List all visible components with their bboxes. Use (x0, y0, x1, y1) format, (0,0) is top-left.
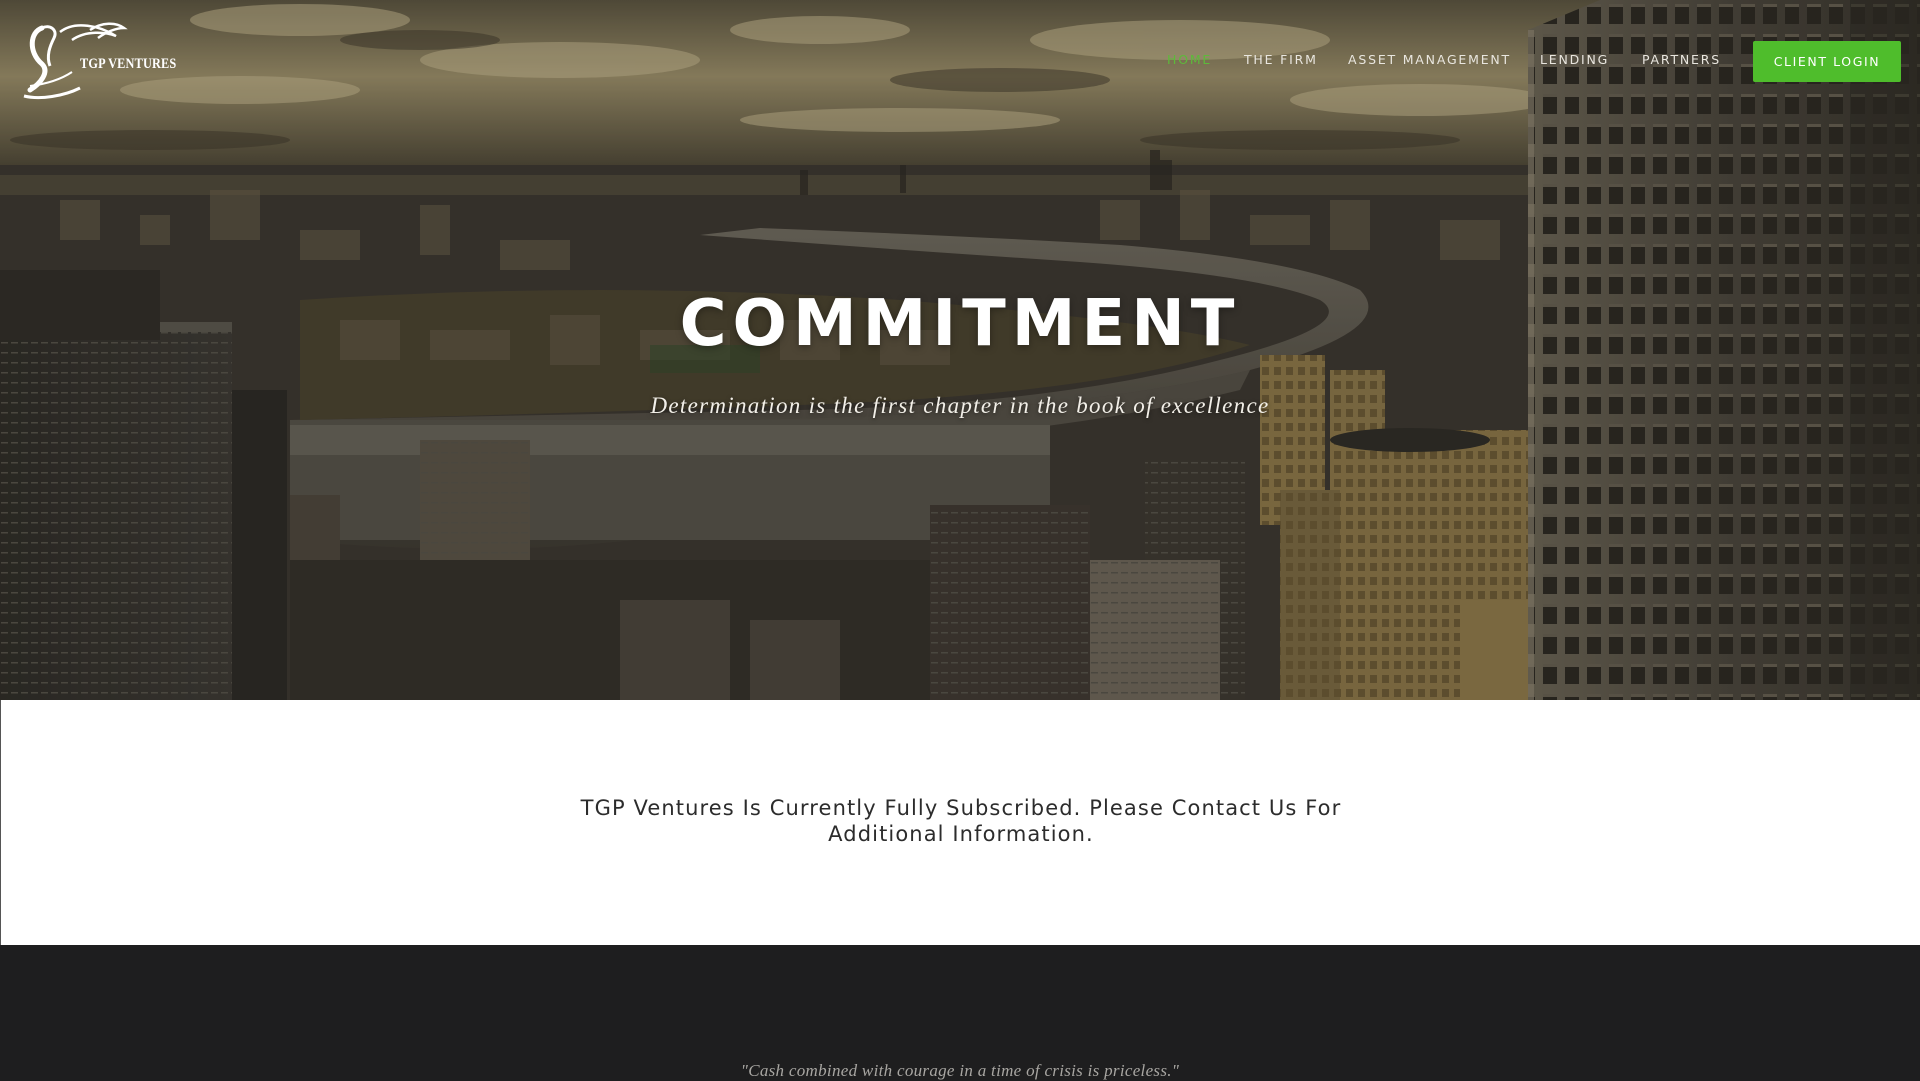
subscription-notice-section: TGP Ventures Is Currently Fully Subscrib… (0, 700, 1920, 945)
quote-section: "Cash combined with courage in a time of… (0, 945, 1920, 1081)
nav-item-the-firm[interactable]: THE FIRM (1244, 52, 1318, 67)
nav-item-lending[interactable]: LENDING (1540, 52, 1609, 67)
client-login-button[interactable]: CLIENT LOGIN (1753, 41, 1901, 82)
nav-item-home[interactable]: HOME (1167, 52, 1212, 67)
brand-name[interactable]: TGP VENTURES (80, 56, 176, 73)
hero-title: COMMITMENT (679, 287, 1241, 361)
quote-text: "Cash combined with courage in a time of… (740, 1061, 1180, 1080)
nav-item-asset-management[interactable]: ASSET MANAGEMENT (1348, 52, 1511, 67)
hero-subtitle: Determination is the first chapter in th… (650, 393, 1270, 418)
hero-section: TGP VENTURES HOME THE FIRM ASSET MANAGEM… (0, 0, 1920, 700)
subscription-notice-text: TGP Ventures Is Currently Fully Subscrib… (580, 796, 1342, 846)
nav-item-partners[interactable]: PARTNERS (1642, 52, 1721, 67)
